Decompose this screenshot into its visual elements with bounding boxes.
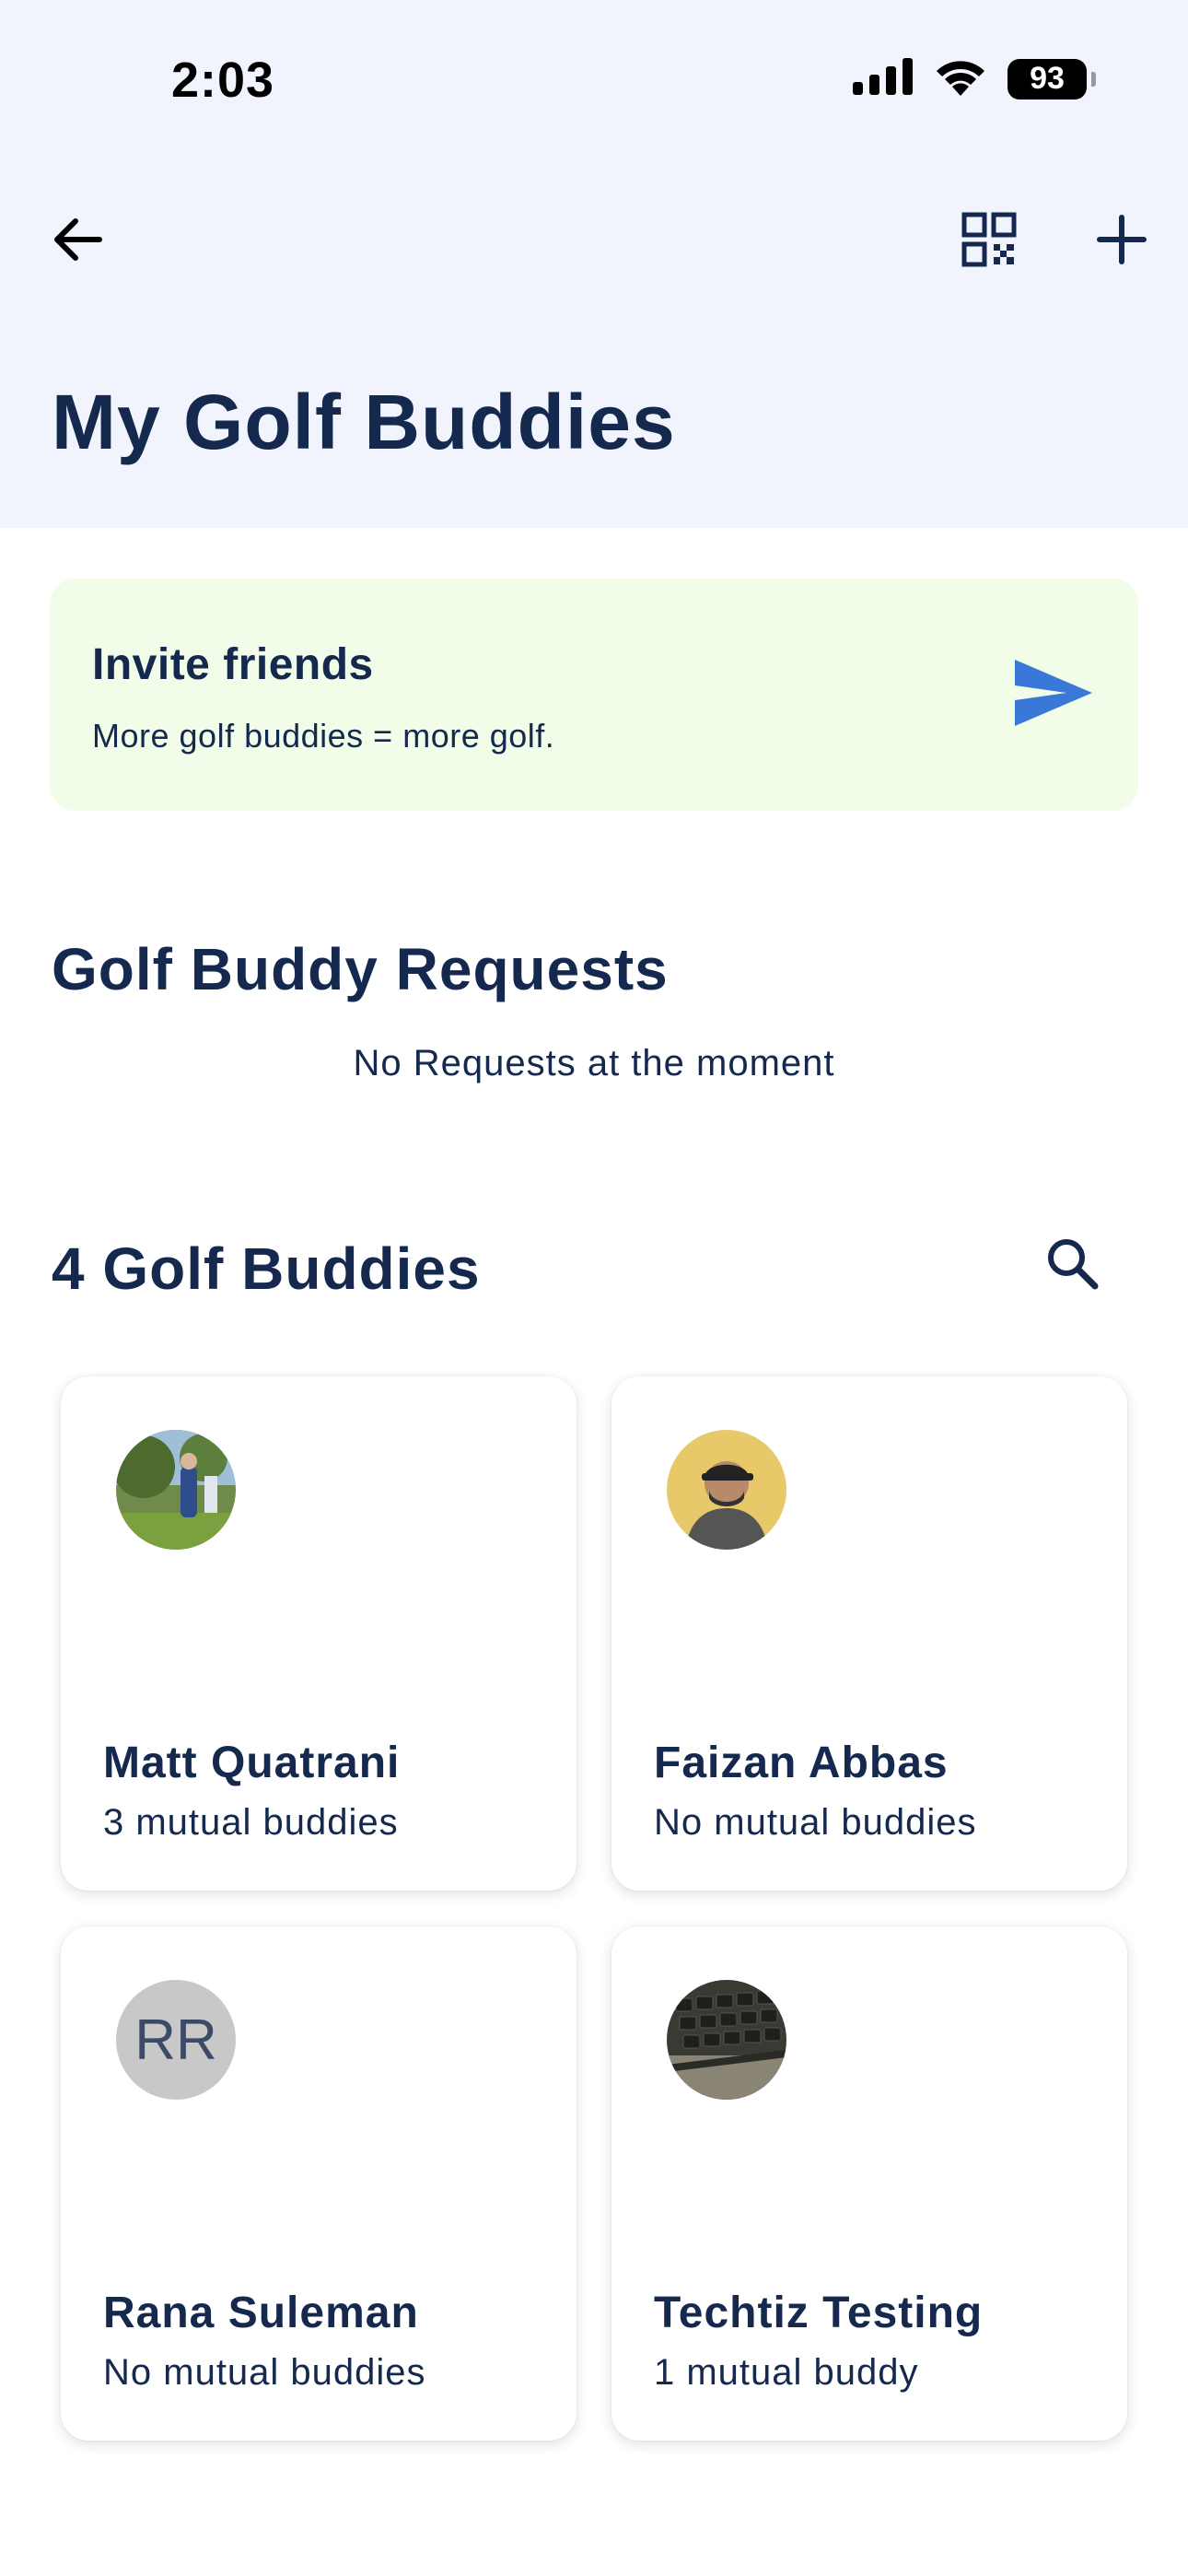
buddy-mutual-count: 1 mutual buddy bbox=[654, 2352, 919, 2393]
status-icons: 93 bbox=[853, 57, 1096, 100]
invite-title: Invite friends bbox=[92, 640, 374, 689]
buddy-mutual-count: No mutual buddies bbox=[654, 1802, 977, 1843]
arrow-left-icon bbox=[50, 212, 105, 272]
avatar bbox=[667, 1430, 786, 1550]
wifi-icon bbox=[934, 57, 987, 100]
requests-empty-message: No Requests at the moment bbox=[353, 1043, 835, 1083]
qr-code-button[interactable] bbox=[945, 197, 1033, 286]
battery-level: 93 bbox=[1030, 61, 1065, 96]
battery-indicator: 93 bbox=[1007, 58, 1096, 100]
page-title: My Golf Buddies bbox=[52, 379, 676, 465]
back-button[interactable] bbox=[33, 197, 122, 286]
buddy-name: Matt Quatrani bbox=[103, 1739, 401, 1787]
buddy-card[interactable]: Matt Quatrani 3 mutual buddies bbox=[61, 1376, 577, 1891]
buddy-name: Techtiz Testing bbox=[654, 2289, 984, 2337]
buddy-name: Faizan Abbas bbox=[654, 1739, 949, 1787]
buddy-card[interactable]: Techtiz Testing 1 mutual buddy bbox=[611, 1926, 1127, 2441]
search-buddies-button[interactable] bbox=[1028, 1221, 1116, 1309]
buddies-section-title: 4 Golf Buddies bbox=[52, 1235, 481, 1302]
avatar: RR bbox=[116, 1980, 236, 2100]
avatar-initials: RR bbox=[134, 2008, 217, 2072]
nav-bar bbox=[0, 184, 1188, 295]
send-invite-button[interactable] bbox=[1007, 649, 1100, 741]
qr-code-icon bbox=[961, 212, 1017, 272]
plus-icon bbox=[1096, 214, 1147, 270]
search-icon bbox=[1044, 1235, 1100, 1295]
cellular-signal-icon bbox=[853, 58, 914, 100]
status-bar: 2:03 93 bbox=[0, 0, 1188, 157]
battery-cap bbox=[1091, 71, 1096, 87]
buddy-mutual-count: No mutual buddies bbox=[103, 2352, 426, 2393]
buddy-card[interactable]: Faizan Abbas No mutual buddies bbox=[611, 1376, 1127, 1891]
invite-friends-card[interactable]: Invite friends More golf buddies = more … bbox=[50, 579, 1138, 811]
avatar bbox=[116, 1430, 236, 1550]
buddy-card[interactable]: RR Rana Suleman No mutual buddies bbox=[61, 1926, 577, 2441]
status-time: 2:03 bbox=[171, 53, 275, 108]
invite-subtitle: More golf buddies = more golf. bbox=[92, 717, 555, 755]
requests-section-title: Golf Buddy Requests bbox=[52, 936, 669, 1002]
buddy-name: Rana Suleman bbox=[103, 2289, 419, 2337]
buddy-mutual-count: 3 mutual buddies bbox=[103, 1802, 399, 1843]
send-icon bbox=[1015, 659, 1092, 731]
header: 2:03 93 My Golf Buddies bbox=[0, 0, 1188, 528]
add-buddy-button[interactable] bbox=[1077, 197, 1166, 286]
avatar bbox=[667, 1980, 786, 2100]
